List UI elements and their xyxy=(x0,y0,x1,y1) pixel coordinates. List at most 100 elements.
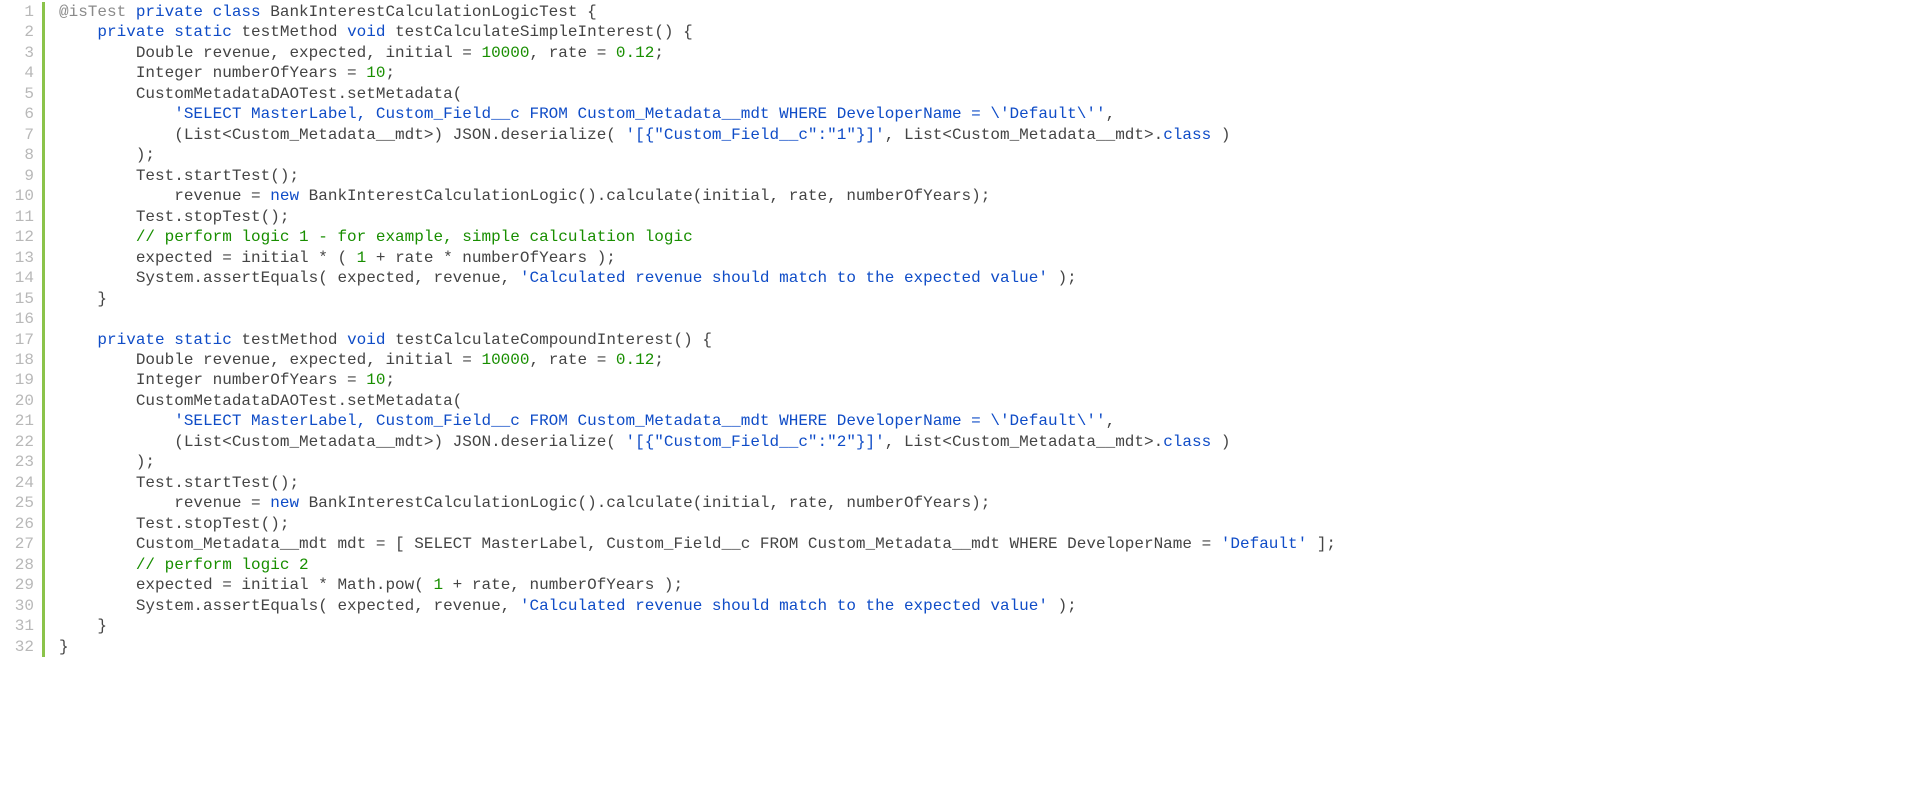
code-token: revenue = xyxy=(59,494,270,512)
line-number: 21 xyxy=(6,411,34,431)
code-token: } xyxy=(59,638,69,656)
code-token: ); xyxy=(59,453,155,471)
line-number: 22 xyxy=(6,432,34,452)
code-area[interactable]: @isTest private class BankInterestCalcul… xyxy=(45,2,1920,657)
line-number: 4 xyxy=(6,63,34,83)
code-line[interactable]: 'SELECT MasterLabel, Custom_Field__c FRO… xyxy=(59,104,1920,124)
code-token: Test.stopTest(); xyxy=(59,208,289,226)
code-token: ]; xyxy=(1307,535,1336,553)
code-line[interactable]: } xyxy=(59,289,1920,309)
code-line[interactable]: revenue = new BankInterestCalculationLog… xyxy=(59,186,1920,206)
line-number-gutter: 1234567891011121314151617181920212223242… xyxy=(0,2,45,657)
code-token: ; xyxy=(654,351,664,369)
code-line[interactable]: CustomMetadataDAOTest.setMetadata( xyxy=(59,391,1920,411)
code-line[interactable]: } xyxy=(59,616,1920,636)
line-number: 12 xyxy=(6,227,34,247)
code-token: '[{"Custom_Field__c":"1"}]' xyxy=(626,126,885,144)
code-token: BankInterestCalculationLogicTest { xyxy=(270,3,596,21)
code-token: expected = initial * ( xyxy=(59,249,357,267)
code-line[interactable]: 'SELECT MasterLabel, Custom_Field__c FRO… xyxy=(59,411,1920,431)
code-token: Test.stopTest(); xyxy=(59,515,289,533)
code-line[interactable] xyxy=(59,309,1920,329)
code-token: private static xyxy=(97,23,241,41)
code-token xyxy=(59,412,174,430)
code-token: , xyxy=(1106,105,1116,123)
code-token: testMethod xyxy=(241,23,347,41)
line-number: 6 xyxy=(6,104,34,124)
code-line[interactable]: System.assertEquals( expected, revenue, … xyxy=(59,268,1920,288)
line-number: 31 xyxy=(6,616,34,636)
code-line[interactable]: revenue = new BankInterestCalculationLog… xyxy=(59,493,1920,513)
code-token: Test.startTest(); xyxy=(59,474,299,492)
code-line[interactable]: (List<Custom_Metadata__mdt>) JSON.deseri… xyxy=(59,432,1920,452)
code-token: 0.12 xyxy=(616,44,654,62)
code-line[interactable]: private static testMethod void testCalcu… xyxy=(59,22,1920,42)
code-line[interactable]: Double revenue, expected, initial = 1000… xyxy=(59,350,1920,370)
code-line[interactable]: ); xyxy=(59,145,1920,165)
line-number: 2 xyxy=(6,22,34,42)
code-token: new xyxy=(270,187,308,205)
line-number: 5 xyxy=(6,84,34,104)
code-line[interactable]: } xyxy=(59,637,1920,657)
code-line[interactable]: // perform logic 2 xyxy=(59,555,1920,575)
code-token: ); xyxy=(1048,597,1077,615)
code-line[interactable]: Double revenue, expected, initial = 1000… xyxy=(59,43,1920,63)
line-number: 25 xyxy=(6,493,34,513)
code-token: Integer numberOfYears = xyxy=(59,371,366,389)
line-number: 18 xyxy=(6,350,34,370)
code-token: (List<Custom_Metadata__mdt>) JSON.deseri… xyxy=(59,126,626,144)
line-number: 19 xyxy=(6,370,34,390)
line-number: 9 xyxy=(6,166,34,186)
line-number: 10 xyxy=(6,186,34,206)
line-number: 20 xyxy=(6,391,34,411)
code-token: ; xyxy=(385,64,395,82)
code-token: 10000 xyxy=(481,44,529,62)
line-number: 7 xyxy=(6,125,34,145)
code-line[interactable]: Integer numberOfYears = 10; xyxy=(59,370,1920,390)
line-number: 1 xyxy=(6,2,34,22)
code-line[interactable]: CustomMetadataDAOTest.setMetadata( xyxy=(59,84,1920,104)
line-number: 11 xyxy=(6,207,34,227)
code-line[interactable]: Integer numberOfYears = 10; xyxy=(59,63,1920,83)
code-token: + rate, numberOfYears ); xyxy=(443,576,683,594)
code-line[interactable]: Test.startTest(); xyxy=(59,166,1920,186)
code-line[interactable]: expected = initial * ( 1 + rate * number… xyxy=(59,248,1920,268)
code-line[interactable]: System.assertEquals( expected, revenue, … xyxy=(59,596,1920,616)
code-line[interactable]: Test.startTest(); xyxy=(59,473,1920,493)
code-token: 1 xyxy=(433,576,443,594)
code-token: ) xyxy=(1211,126,1230,144)
code-line[interactable]: (List<Custom_Metadata__mdt>) JSON.deseri… xyxy=(59,125,1920,145)
line-number: 15 xyxy=(6,289,34,309)
code-token: CustomMetadataDAOTest.setMetadata( xyxy=(59,392,462,410)
code-line[interactable]: // perform logic 1 - for example, simple… xyxy=(59,227,1920,247)
code-line[interactable]: Custom_Metadata__mdt mdt = [ SELECT Mast… xyxy=(59,534,1920,554)
code-token: ) xyxy=(1211,433,1230,451)
code-token: BankInterestCalculationLogic().calculate… xyxy=(309,494,991,512)
line-number: 26 xyxy=(6,514,34,534)
code-token: ; xyxy=(385,371,395,389)
line-number: 30 xyxy=(6,596,34,616)
code-token xyxy=(59,331,97,349)
code-token: class xyxy=(1163,126,1211,144)
code-line[interactable]: expected = initial * Math.pow( 1 + rate,… xyxy=(59,575,1920,595)
code-token: System.assertEquals( expected, revenue, xyxy=(59,597,520,615)
code-line[interactable]: Test.stopTest(); xyxy=(59,514,1920,534)
code-token: Integer numberOfYears = xyxy=(59,64,366,82)
code-token: 'SELECT MasterLabel, Custom_Field__c FRO… xyxy=(174,105,1105,123)
code-token: void xyxy=(347,331,395,349)
code-line[interactable]: private static testMethod void testCalcu… xyxy=(59,330,1920,350)
code-token: testMethod xyxy=(241,331,347,349)
line-number: 27 xyxy=(6,534,34,554)
code-token: Double revenue, expected, initial = xyxy=(59,351,481,369)
code-token: , xyxy=(1106,412,1116,430)
code-token: class xyxy=(1163,433,1211,451)
code-token: Test.startTest(); xyxy=(59,167,299,185)
code-token: Custom_Metadata__mdt mdt = [ SELECT Mast… xyxy=(59,535,1221,553)
code-token: private class xyxy=(136,3,270,21)
code-token: // perform logic 2 xyxy=(136,556,309,574)
code-line[interactable]: @isTest private class BankInterestCalcul… xyxy=(59,2,1920,22)
code-line[interactable]: Test.stopTest(); xyxy=(59,207,1920,227)
code-line[interactable]: ); xyxy=(59,452,1920,472)
code-token: , rate = xyxy=(529,351,615,369)
line-number: 32 xyxy=(6,637,34,657)
